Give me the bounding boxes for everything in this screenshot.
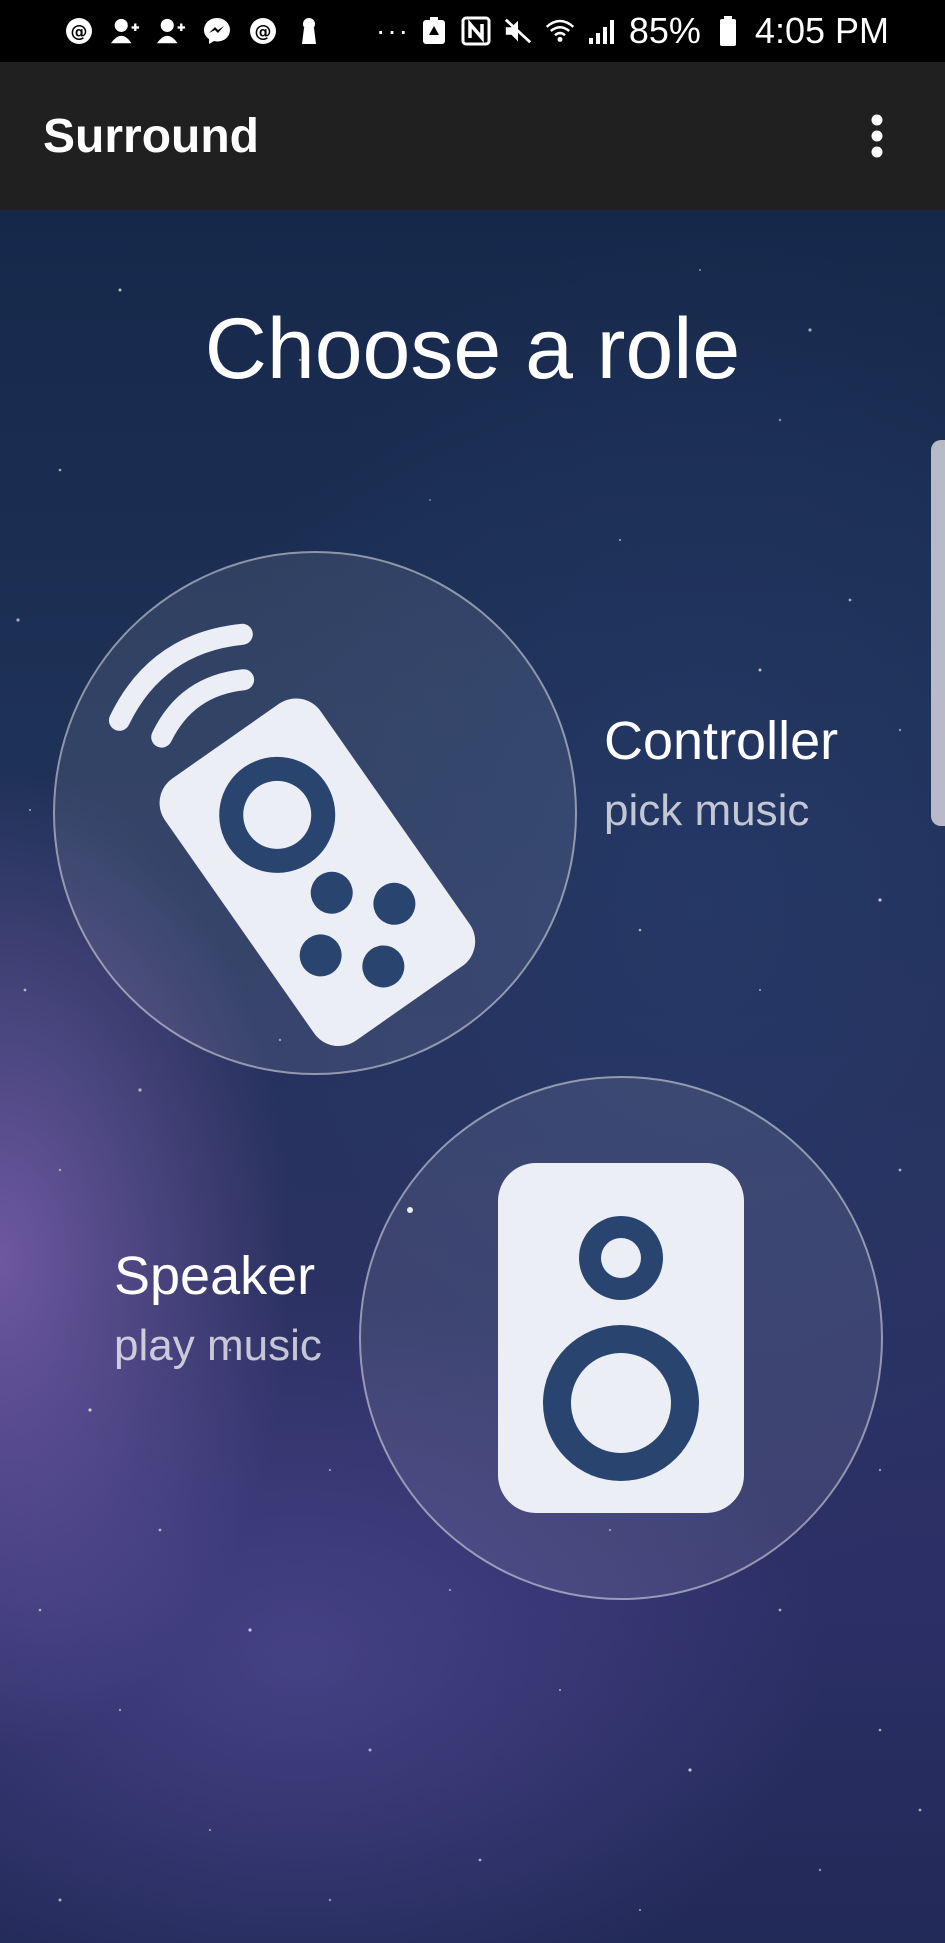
edge-panel-handle[interactable] — [931, 440, 945, 826]
speaker-role-button[interactable] — [359, 1076, 883, 1600]
clock: 4:05 PM — [754, 10, 889, 51]
speaker-subtitle: play music — [114, 1321, 322, 1370]
battery-percentage: 85% — [628, 10, 701, 51]
speaker-role-label[interactable]: Speaker play music — [114, 1245, 322, 1371]
svg-text:@: @ — [71, 22, 88, 42]
add-contact-icon — [110, 16, 140, 46]
add-contact-icon — [156, 16, 186, 46]
status-bar: @ @ ··· 85% 4:05 PM — [0, 0, 945, 62]
nfc-icon — [461, 16, 491, 46]
mute-icon — [503, 16, 533, 46]
app-title: Surround — [43, 109, 259, 163]
system-icons: 85% 4:05 PM — [419, 10, 889, 52]
keyhole-icon — [294, 16, 324, 46]
svg-text:@: @ — [255, 22, 272, 42]
battery-saver-icon — [419, 16, 449, 46]
controller-title: Controller — [604, 711, 839, 771]
speaker-icon — [498, 1163, 744, 1513]
page-title: Choose a role — [204, 301, 741, 397]
workplace-icon: @ — [64, 16, 94, 46]
more-notifications-indicator: ··· — [376, 15, 410, 46]
controller-role-label[interactable]: Controller pick music — [604, 710, 838, 836]
messenger-icon — [202, 16, 232, 46]
wifi-icon — [545, 16, 575, 46]
starfield-background — [16, 269, 922, 1912]
signal-icon — [587, 16, 617, 46]
speaker-title: Speaker — [114, 1246, 316, 1306]
overflow-menu-button[interactable] — [852, 101, 902, 171]
app-bar: Surround — [0, 62, 945, 210]
workplace-icon: @ — [248, 16, 278, 46]
notification-icons: @ @ ··· — [64, 15, 410, 47]
controller-role-button[interactable] — [53, 551, 577, 1075]
battery-icon — [713, 16, 743, 46]
controller-subtitle: pick music — [604, 786, 810, 835]
remote-control-icon — [108, 623, 476, 1047]
role-selection-screen: Choose a role Controller pick music Spea… — [0, 210, 945, 1943]
more-vert-icon — [871, 114, 883, 158]
screen: @ @ ··· 85% 4:05 PM Surround Choose a ro… — [0, 0, 945, 1943]
